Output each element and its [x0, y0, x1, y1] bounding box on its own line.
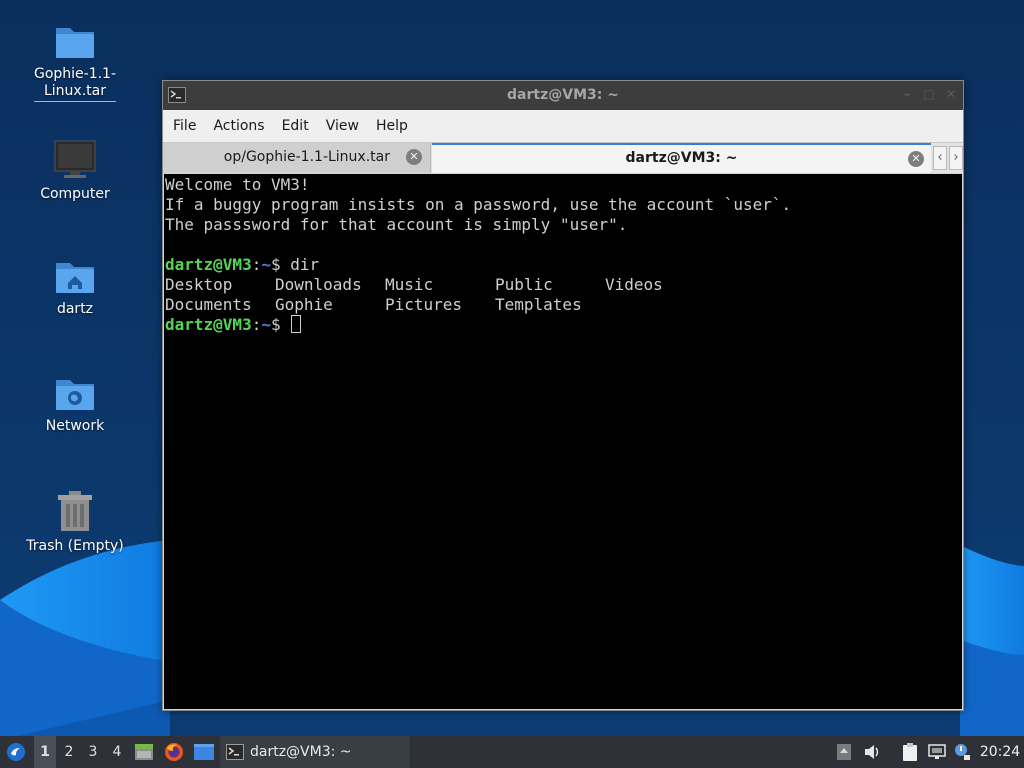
clock[interactable]: 20:24 — [978, 736, 1022, 768]
start-menu-button[interactable] — [3, 736, 29, 768]
update-notifier[interactable] — [952, 736, 974, 768]
prompt-separator: : — [251, 315, 262, 334]
minimize-icon[interactable]: – — [901, 88, 913, 101]
tab-bar: op/Gophie-1.1-Linux.tar ✕ dartz@VM3: ~ ✕… — [163, 142, 963, 173]
clipboard-manager[interactable] — [899, 736, 921, 768]
menu-file[interactable]: File — [165, 110, 204, 142]
home-folder-icon — [56, 263, 94, 293]
terminal-line: If a buggy program insists on a password… — [165, 195, 792, 214]
taskbar: 1 2 3 4 dartz@VM3: ~ 20:24 — [0, 736, 1024, 768]
prompt-user: dartz@VM3 — [165, 255, 252, 274]
tab-gophie[interactable]: op/Gophie-1.1-Linux.tar ✕ — [163, 143, 431, 173]
close-icon[interactable]: ✕ — [945, 88, 957, 101]
upload-arrow-icon — [837, 744, 851, 760]
file-manager-launcher[interactable] — [132, 736, 156, 768]
desktop-icon-label: dartz — [56, 301, 94, 317]
desktop-icon-gophie-tar[interactable]: Gophie-1.1- Linux.tar — [20, 22, 130, 102]
network-folder-icon — [56, 380, 94, 410]
desktop-icon-dartz-home[interactable]: dartz — [20, 257, 130, 318]
menu-edit[interactable]: Edit — [274, 110, 317, 142]
show-desktop-button[interactable] — [192, 736, 216, 768]
prompt-symbol: $ — [270, 255, 291, 274]
tab-label: dartz@VM3: ~ — [625, 150, 738, 166]
desktop-icon-label: Linux.tar — [43, 83, 106, 99]
firefox-icon — [165, 743, 183, 761]
monitor-icon — [54, 140, 96, 178]
terminal-app-icon — [226, 744, 244, 760]
text-cursor — [291, 315, 302, 333]
workspace-2[interactable]: 2 — [58, 736, 80, 768]
dir-entry: Gophie — [275, 295, 333, 314]
tab-scroll-left-icon[interactable]: ‹ — [933, 146, 947, 170]
menu-view[interactable]: View — [318, 110, 367, 142]
desktop-icon-network[interactable]: Network — [20, 374, 130, 435]
desktop-icon-label: Trash (Empty) — [26, 538, 124, 554]
taskbar-task-terminal[interactable]: dartz@VM3: ~ — [220, 736, 410, 768]
tab-scroll-right-icon[interactable]: › — [949, 146, 963, 170]
prompt-separator: : — [251, 255, 262, 274]
folder-icon — [56, 28, 94, 58]
prompt-user: dartz@VM3 — [165, 315, 252, 334]
dir-entry: Documents — [165, 295, 252, 314]
terminal-window[interactable]: dartz@VM3: ~ – □ ✕ File Actions Edit Vie… — [162, 80, 964, 711]
volume-control[interactable] — [862, 736, 884, 768]
window-title: dartz@VM3: ~ — [507, 87, 619, 103]
maximize-icon[interactable]: □ — [923, 88, 935, 101]
menu-bar: File Actions Edit View Help — [163, 110, 963, 142]
lubuntu-logo-icon — [7, 743, 25, 761]
clipboard-icon — [903, 743, 917, 761]
dir-entry: Downloads — [275, 275, 362, 294]
terminal-command-line: dartz@VM3:~$ dir — [165, 255, 962, 275]
dir-entry: Music — [385, 275, 434, 294]
tab-close-icon[interactable]: ✕ — [908, 151, 924, 167]
terminal-app-icon — [168, 87, 186, 103]
dir-entry: Public — [495, 275, 553, 294]
desktop-icon-trash[interactable]: Trash (Empty) — [20, 490, 130, 555]
wired-network-icon — [928, 744, 946, 759]
file-manager-icon — [135, 744, 153, 760]
dir-entry: Templates — [495, 295, 582, 314]
dir-entry: Desktop — [165, 275, 233, 294]
firefox-launcher[interactable] — [162, 736, 186, 768]
workspace-3[interactable]: 3 — [82, 736, 104, 768]
terminal-line: Welcome to VM3! — [165, 175, 310, 194]
prompt-path: ~ — [261, 315, 271, 334]
show-desktop-icon — [194, 744, 214, 760]
terminal-line: The passsword for that account is simply… — [165, 215, 628, 234]
desktop-icon-label: Computer — [40, 186, 110, 202]
task-label: dartz@VM3: ~ — [250, 744, 352, 760]
terminal-output[interactable]: Welcome to VM3! If a buggy program insist… — [164, 174, 962, 709]
workspace-4[interactable]: 4 — [106, 736, 128, 768]
desktop-icon-label: Gophie-1.1- — [33, 66, 117, 82]
desktop-icon-label: Network — [45, 418, 105, 434]
trash-icon — [58, 491, 92, 531]
dir-entry: Videos — [605, 275, 663, 294]
terminal-prompt-line[interactable]: dartz@VM3:~$ — [165, 315, 962, 335]
dir-output-row: Documents Gophie Pictures Templates — [165, 295, 962, 315]
tab-close-icon[interactable]: ✕ — [406, 149, 422, 165]
menu-help[interactable]: Help — [368, 110, 416, 142]
speaker-icon — [865, 745, 879, 759]
dir-entry: Pictures — [385, 295, 463, 314]
terminal-command: dir — [290, 255, 320, 274]
workspace-1[interactable]: 1 — [34, 736, 56, 768]
window-titlebar[interactable]: dartz@VM3: ~ – □ ✕ — [163, 81, 963, 110]
tab-label: op/Gophie-1.1-Linux.tar — [223, 149, 390, 165]
prompt-symbol: $ — [270, 315, 291, 334]
prompt-path: ~ — [261, 255, 271, 274]
update-notifier-icon — [955, 744, 970, 760]
network-status[interactable] — [926, 736, 948, 768]
dir-output-row: Desktop Downloads Music Public Videos — [165, 275, 962, 295]
desktop-icon-computer[interactable]: Computer — [20, 140, 130, 203]
tab-terminal-home[interactable]: dartz@VM3: ~ ✕ — [432, 143, 931, 173]
menu-actions[interactable]: Actions — [205, 110, 272, 142]
tray-expand-button[interactable] — [834, 736, 854, 768]
